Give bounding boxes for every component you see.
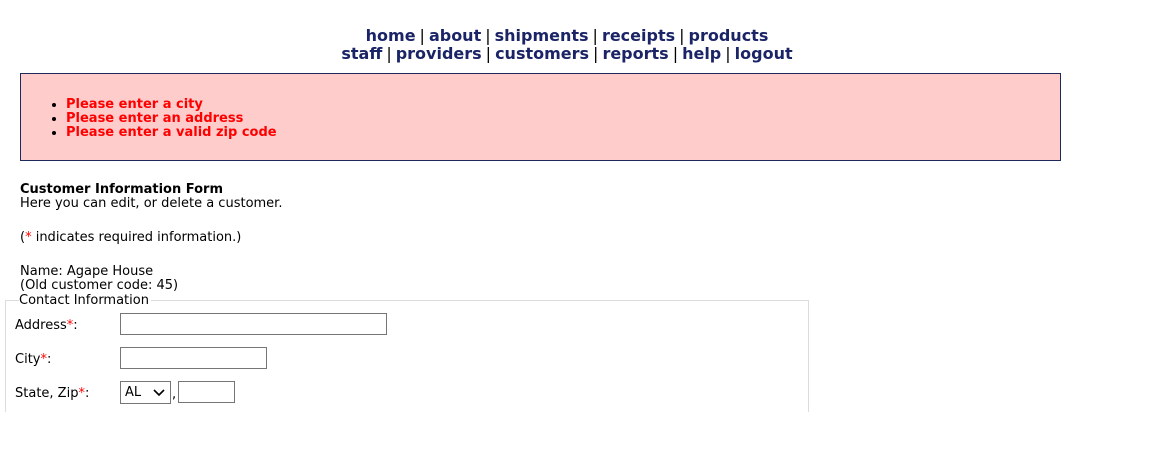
nav-link-reports[interactable]: reports	[602, 44, 668, 63]
customer-name: Name: Agape House	[20, 264, 154, 279]
contact-information-fieldset: Contact Information Address*: City*: Sta…	[5, 293, 809, 412]
form-title: Customer Information Form	[20, 182, 224, 197]
label-colon: :	[84, 386, 90, 401]
nav-row-2: staff | providers | customers | reports | help | l…	[0, 45, 1134, 63]
nav-link-providers[interactable]: providers	[396, 44, 482, 63]
top-navigation: home | about | shipments | receipts | products s…	[0, 27, 1134, 63]
nav-link-logout[interactable]: logout	[735, 44, 793, 63]
required-note-text: indicates required information.)	[31, 230, 242, 245]
nav-link-receipts[interactable]: receipts	[602, 26, 675, 45]
state-select[interactable]: AL	[120, 381, 171, 404]
label-colon: :	[73, 318, 78, 333]
nav-link-customers[interactable]: customers	[495, 44, 589, 63]
address-label-text: Address	[15, 318, 67, 333]
required-note: (* indicates required information.)	[20, 230, 241, 245]
error-item-zip: Please enter a valid zip code	[66, 126, 277, 140]
contact-information-legend: Contact Information	[19, 293, 151, 308]
nav-link-shipments[interactable]: shipments	[495, 26, 589, 45]
nav-separator: |	[679, 26, 685, 45]
nav-link-staff[interactable]: staff	[341, 44, 382, 63]
city-label-text: City	[15, 352, 41, 367]
nav-separator: |	[485, 44, 492, 63]
address-label: Address*:	[15, 318, 78, 333]
nav-separator: |	[419, 26, 425, 45]
state-zip-label: State, Zip*:	[15, 386, 89, 401]
nav-separator: |	[725, 44, 731, 63]
state-zip-label-text: State, Zip	[15, 386, 79, 401]
state-selected-value: AL	[125, 385, 142, 400]
chevron-down-icon	[153, 389, 165, 397]
error-list: Please enter a city Please enter an addr…	[66, 98, 277, 140]
form-description: Here you can edit, or delete a customer.	[20, 196, 283, 211]
city-label: City*:	[15, 352, 51, 367]
nav-separator: |	[593, 44, 599, 63]
error-item-city: Please enter a city	[66, 98, 277, 112]
state-zip-comma: ,	[172, 387, 177, 402]
nav-link-about[interactable]: about	[429, 26, 481, 45]
nav-separator: |	[386, 44, 392, 63]
address-input[interactable]	[120, 313, 387, 335]
city-input[interactable]	[120, 347, 267, 369]
error-message-box: Please enter a city Please enter an addr…	[20, 73, 1061, 161]
zip-input[interactable]	[178, 381, 235, 403]
label-colon: :	[46, 352, 52, 367]
error-item-address: Please enter an address	[66, 112, 277, 126]
nav-link-home[interactable]: home	[366, 26, 416, 45]
nav-row-1: home | about | shipments | receipts | products	[0, 27, 1134, 45]
nav-link-products[interactable]: products	[689, 26, 769, 45]
old-customer-code: (Old customer code: 45)	[20, 278, 179, 293]
nav-link-help[interactable]: help	[682, 44, 721, 63]
nav-separator: |	[592, 26, 598, 45]
nav-separator: |	[485, 26, 491, 45]
nav-separator: |	[672, 44, 679, 63]
